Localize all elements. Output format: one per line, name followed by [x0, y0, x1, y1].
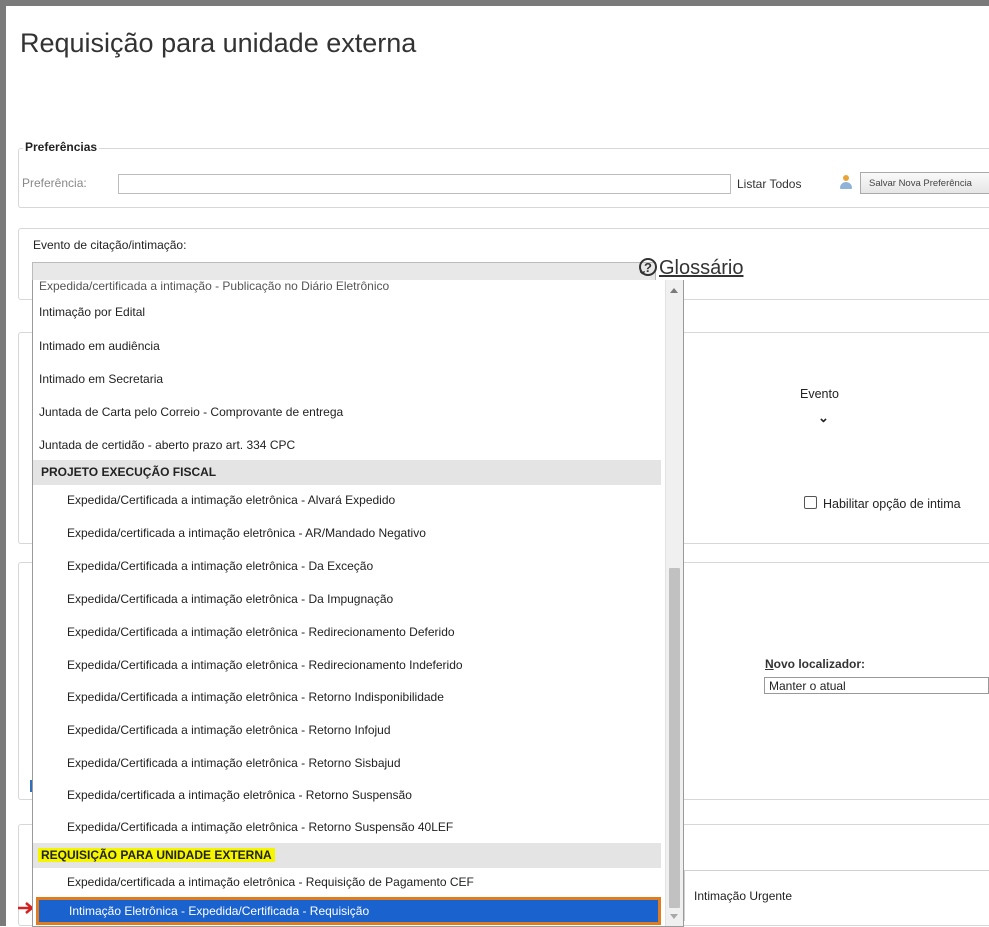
novo-localizador-label-rest: ovo localizador: — [773, 657, 866, 671]
evento-chevron-down-icon[interactable]: ⌄ — [818, 410, 829, 426]
dropdown-item[interactable]: Intimado em Secretaria — [39, 365, 163, 393]
dropdown-item[interactable]: Intimação por Edital — [39, 298, 145, 326]
habilitar-checkbox-row[interactable]: Habilitar opção de intima — [804, 496, 961, 511]
help-icon[interactable]: ? — [639, 258, 657, 276]
listar-todos-link[interactable]: Listar Todos — [737, 177, 801, 191]
dropdown-item[interactable]: Expedida/Certificada a intimação eletrôn… — [67, 716, 391, 744]
scrollbar-thumb[interactable] — [669, 568, 680, 908]
preferencia-input[interactable] — [118, 174, 731, 194]
novo-localizador-label: Novo localizador: — [765, 657, 866, 671]
dropdown-item[interactable]: Expedida/Certificada a intimação eletrôn… — [67, 618, 455, 646]
dropdown-item[interactable]: Expedida/Certificada a intimação eletrôn… — [67, 651, 463, 679]
habilitar-checkbox[interactable] — [804, 496, 817, 509]
evento-column-header: Evento — [800, 387, 839, 401]
dropdown-item[interactable]: Expedida/certificada a intimação eletrôn… — [67, 868, 474, 896]
evento-select[interactable]: ⌄ — [32, 262, 656, 281]
dropdown-item[interactable]: Expedida/certificada a intimação eletrôn… — [67, 519, 426, 547]
evento-label: Evento de citação/intimação: — [33, 238, 187, 252]
novo-localizador-select[interactable]: Manter o atual — [764, 677, 989, 694]
scroll-up-arrow-icon[interactable] — [670, 288, 678, 293]
dropdown-item[interactable]: Expedida/Certificada a intimação eletrôn… — [67, 683, 444, 711]
habilitar-checkbox-label: Habilitar opção de intima — [823, 497, 961, 511]
dropdown-item[interactable]: Expedida/Certificada a intimação eletrôn… — [67, 486, 395, 514]
salvar-nova-preferencia-button[interactable]: Salvar Nova Preferência — [860, 172, 989, 194]
user-icon[interactable] — [839, 175, 853, 189]
glossario-link[interactable]: Glossário — [659, 257, 743, 280]
dropdown-item[interactable]: Expedida/certificada a intimação eletrôn… — [67, 781, 412, 809]
preferencias-legend: Preferências — [23, 140, 100, 154]
group-highlight: REQUISIÇÃO PARA UNIDADE EXTERNA — [38, 848, 275, 862]
dropdown-item[interactable]: Juntada de Carta pelo Correio - Comprova… — [39, 398, 343, 426]
dropdown-item[interactable]: Expedida/Certificada a intimação eletrôn… — [67, 585, 393, 613]
dropdown-group-projeto-execucao-fiscal: PROJETO EXECUÇÃO FISCAL — [33, 460, 661, 485]
dropdown-item[interactable]: Juntada de certidão - aberto prazo art. … — [39, 431, 295, 459]
preferencia-label: Preferência: — [22, 176, 87, 190]
intimacao-urgente-label: Intimação Urgente — [694, 889, 793, 903]
dropdown-group-requisicao-unidade-externa: REQUISIÇÃO PARA UNIDADE EXTERNA — [33, 843, 661, 868]
preferencias-fieldset: Preferências Preferência: Listar Todos S… — [18, 140, 989, 208]
dropdown-item[interactable]: Expedida/Certificada a intimação eletrôn… — [67, 749, 401, 777]
dropdown-scrollbar[interactable] — [665, 280, 683, 926]
dropdown-item[interactable]: Expedida/Certificada a intimação eletrôn… — [67, 552, 373, 580]
scroll-down-arrow-icon[interactable] — [670, 914, 678, 919]
page-title: Requisição para unidade externa — [20, 28, 417, 58]
dropdown-item-selected[interactable]: Intimação Eletrônica - Expedida/Certific… — [36, 897, 661, 925]
dropdown-item-clipped[interactable]: Expedida/certificada a intimação - Publi… — [39, 280, 389, 300]
dropdown-item[interactable]: Intimado em audiência — [39, 332, 160, 360]
evento-dropdown-list[interactable]: Expedida/certificada a intimação - Publi… — [32, 280, 684, 927]
dropdown-item[interactable]: Expedida/Certificada a intimação eletrôn… — [67, 813, 453, 841]
